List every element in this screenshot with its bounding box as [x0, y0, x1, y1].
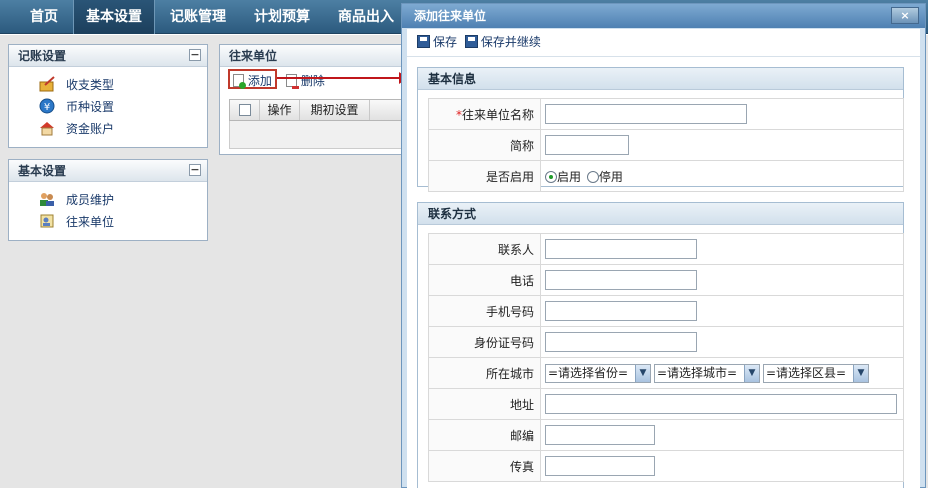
id-number-input[interactable] [545, 332, 697, 352]
sidebar-item-label: 收支类型 [66, 78, 115, 92]
mobile-label: 手机号码 [428, 295, 541, 327]
users-icon [39, 191, 55, 207]
unit-name-label: *往来单位名称 [428, 98, 541, 130]
fax-label: 传真 [428, 450, 541, 482]
address-book-icon [39, 213, 55, 229]
panel-title-text: 往来单位 [229, 49, 278, 63]
city-select-value: =请选择城市= [657, 365, 738, 380]
sidebar-item-fund-accounts[interactable]: 资金账户 [39, 120, 114, 138]
dialog-title: 添加往来单位 [414, 9, 487, 23]
add-doc-icon [233, 74, 246, 89]
svg-text:¥: ¥ [44, 102, 50, 113]
zip-input[interactable] [545, 425, 655, 445]
basic-info-form: *往来单位名称 简称 是否启用 启用 停用 [428, 98, 904, 192]
chevron-down-icon: ▼ [744, 364, 759, 382]
panel-title-text: 基本设置 [18, 164, 67, 178]
house-icon [39, 120, 55, 136]
save-icon [464, 35, 478, 48]
panel-title: 记账设置 − [9, 45, 207, 67]
annotation-arrow-line [277, 77, 401, 79]
sidebar-item-partner-units[interactable]: 往来单位 [39, 213, 114, 231]
phone-label: 电话 [428, 264, 541, 296]
sidebar-item-label: 币种设置 [66, 100, 115, 114]
dialog-toolbar: 保存 保存并继续 [407, 29, 920, 57]
short-name-input[interactable] [545, 135, 629, 155]
save-continue-label: 保存并继续 [480, 35, 541, 49]
disable-radio[interactable] [586, 170, 599, 183]
zip-label: 邮编 [428, 419, 541, 451]
save-icon [417, 35, 430, 48]
panel-title-text: 记账设置 [18, 49, 67, 63]
contact-info-form: 联系人 电话 手机号码 身份证号码 所在城市 =请选择省份= ▼ =请选择城市=… [428, 233, 904, 482]
province-select-value: =请选择省份= [548, 365, 629, 380]
panel-title: 基本设置 − [9, 160, 207, 182]
dialog-body: 保存 保存并继续 基本信息 *往来单位名称 简称 是否启用 启用 停用 联系方式… [407, 29, 920, 488]
sidebar-item-label: 往来单位 [66, 215, 115, 229]
save-and-continue-button[interactable]: 保存并继续 [464, 29, 541, 55]
select-all-checkbox[interactable] [238, 104, 251, 116]
column-header-actions: 操作 [260, 100, 300, 120]
enabled-label: 是否启用 [428, 160, 541, 192]
fax-input[interactable] [545, 456, 655, 476]
district-select-value: =请选择区县= [766, 365, 847, 380]
panel-bookkeeping-settings: 记账设置 − 收支类型 ¥ 币种设置 资金账户 [8, 44, 208, 148]
tab-budget[interactable]: 计划预算 [241, 0, 323, 34]
save-button[interactable]: 保存 [417, 29, 457, 55]
tab-home[interactable]: 首页 [10, 0, 78, 34]
sidebar-item-income-expense-types[interactable]: 收支类型 [39, 76, 114, 94]
section-title: 联系方式 [418, 203, 903, 225]
address-label: 地址 [428, 388, 541, 420]
province-select[interactable]: =请选择省份= ▼ [545, 363, 651, 383]
city-select[interactable]: =请选择城市= ▼ [654, 363, 760, 383]
id-number-label: 身份证号码 [428, 326, 541, 358]
contact-person-label: 联系人 [428, 233, 541, 265]
column-header-opening: 期初设置 [300, 100, 370, 120]
section-title: 基本信息 [418, 68, 903, 90]
add-partner-dialog: 添加往来单位 × 保存 保存并继续 基本信息 *往来单位名称 简称 是否启用 启… [401, 3, 926, 488]
folder-pencil-icon [39, 76, 55, 92]
district-select[interactable]: =请选择区县= ▼ [763, 363, 869, 383]
basic-info-section: 基本信息 *往来单位名称 简称 是否启用 启用 停用 [417, 67, 904, 192]
delete-doc-icon [286, 74, 299, 89]
contact-info-section: 联系方式 联系人 电话 手机号码 身份证号码 所在城市 =请选择省份= ▼ =请… [417, 202, 904, 488]
select-all-cell [230, 100, 260, 120]
contact-person-input[interactable] [545, 239, 697, 259]
tab-basic-settings[interactable]: 基本设置 [73, 0, 155, 34]
unit-name-label-text: 往来单位名称 [461, 107, 534, 122]
collapse-icon[interactable]: − [189, 164, 201, 176]
tab-goods[interactable]: 商品出入 [325, 0, 407, 34]
chevron-down-icon: ▼ [853, 364, 868, 382]
sidebar-item-label: 资金账户 [66, 122, 115, 136]
add-label: 添加 [247, 74, 272, 88]
city-label: 所在城市 [428, 357, 541, 389]
save-label: 保存 [433, 35, 458, 49]
dialog-title-bar[interactable]: 添加往来单位 × [402, 4, 925, 28]
delete-button[interactable]: 删除 [286, 71, 325, 91]
panel-basic-settings: 基本设置 − 成员维护 往来单位 [8, 159, 208, 241]
sidebar-item-member-maintenance[interactable]: 成员维护 [39, 191, 114, 209]
add-button[interactable]: 添加 [228, 69, 277, 89]
address-input[interactable] [545, 394, 897, 414]
close-icon[interactable]: × [891, 7, 919, 24]
disable-option-label: 停用 [598, 169, 623, 184]
enable-radio[interactable] [545, 170, 557, 183]
tab-bookkeeping[interactable]: 记账管理 [157, 0, 239, 34]
mobile-input[interactable] [545, 301, 697, 321]
phone-input[interactable] [545, 270, 697, 290]
short-name-label: 简称 [428, 129, 541, 161]
enable-option-label: 启用 [557, 169, 582, 184]
yen-coin-icon: ¥ [39, 98, 55, 114]
chevron-down-icon: ▼ [635, 364, 650, 382]
panel-title: 往来单位 [220, 45, 408, 67]
collapse-icon[interactable]: − [189, 49, 201, 61]
sidebar-item-label: 成员维护 [66, 193, 115, 207]
unit-name-input[interactable] [545, 104, 747, 124]
sidebar-item-currency-settings[interactable]: ¥ 币种设置 [39, 98, 114, 116]
